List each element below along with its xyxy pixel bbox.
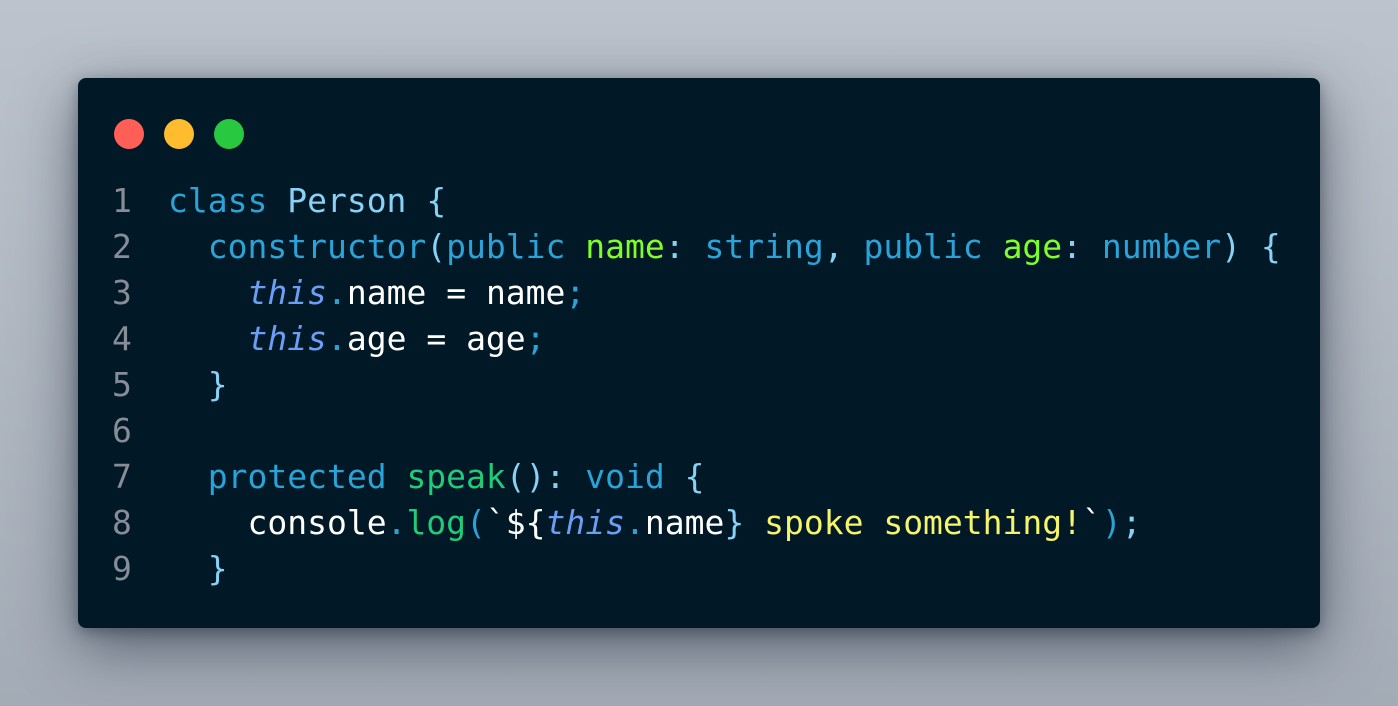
code-token: } bbox=[724, 503, 745, 542]
line-number: 5 bbox=[112, 365, 132, 404]
code-token: . bbox=[625, 503, 645, 542]
line-number: 6 bbox=[112, 411, 132, 450]
code-token: : bbox=[1062, 227, 1083, 266]
close-dot-icon[interactable] bbox=[114, 119, 144, 149]
code-token: log bbox=[406, 503, 467, 542]
code-token: (): bbox=[505, 457, 566, 496]
code-token: name bbox=[585, 227, 665, 266]
code-token: this bbox=[247, 319, 327, 358]
line-source: protected speak(): void { bbox=[168, 454, 705, 500]
code-token: Person bbox=[287, 181, 407, 220]
line-number: 7 bbox=[112, 457, 132, 496]
code-line: 1 class Person { bbox=[112, 178, 1281, 224]
code-token: ; bbox=[525, 319, 546, 358]
line-source: this.name = name; bbox=[168, 270, 585, 316]
code-token: age bbox=[466, 319, 526, 358]
code-token: this bbox=[247, 273, 327, 312]
line-number: 2 bbox=[112, 227, 132, 266]
code-token: , bbox=[823, 227, 844, 266]
code-token: console bbox=[247, 503, 387, 542]
code-token: class bbox=[168, 181, 268, 220]
code-token: : bbox=[664, 227, 685, 266]
code-token: } bbox=[207, 365, 228, 404]
code-token: ; bbox=[565, 273, 586, 312]
code-token: ) bbox=[1221, 227, 1242, 266]
code-line: 5 } bbox=[112, 362, 1281, 408]
code-line: 6 bbox=[112, 408, 1281, 454]
code-token: { bbox=[426, 181, 447, 220]
line-number: 1 bbox=[112, 181, 132, 220]
code-token: . bbox=[386, 503, 407, 542]
code-token: protected bbox=[207, 457, 387, 496]
code-token: . bbox=[326, 319, 347, 358]
code-token: = bbox=[426, 273, 486, 312]
line-source: } bbox=[168, 362, 228, 408]
code-token: . bbox=[326, 273, 347, 312]
line-number: 8 bbox=[112, 503, 132, 542]
code-token: ; bbox=[1121, 503, 1142, 542]
code-line: 9 } bbox=[112, 546, 1281, 592]
line-source: } bbox=[168, 546, 228, 592]
code-line: 2 constructor(public name: string, publi… bbox=[112, 224, 1281, 270]
code-line: 7 protected speak(): void { bbox=[112, 454, 1281, 500]
code-token: ( bbox=[466, 503, 486, 542]
code-token: ) bbox=[1101, 503, 1122, 542]
minimize-dot-icon[interactable] bbox=[164, 119, 194, 149]
code-line: 8 console.log(`${this.name} spoke someth… bbox=[112, 500, 1281, 546]
code-token: ( bbox=[426, 227, 447, 266]
code-token: this bbox=[545, 503, 626, 542]
line-number: 3 bbox=[112, 273, 132, 312]
code-token: void bbox=[585, 457, 665, 496]
code-line: 4 this.age = age; bbox=[112, 316, 1281, 362]
maximize-dot-icon[interactable] bbox=[214, 119, 244, 149]
code-token: number bbox=[1101, 227, 1222, 266]
code-token: public bbox=[446, 227, 566, 266]
code-token: string bbox=[704, 227, 824, 266]
code-token: = bbox=[406, 319, 467, 358]
code-token: ` bbox=[1082, 503, 1102, 542]
code-token: speak bbox=[406, 457, 506, 496]
window-controls bbox=[114, 119, 264, 149]
line-source: constructor(public name: string, public … bbox=[168, 224, 1281, 270]
code-token: name bbox=[644, 503, 725, 542]
code-token: } bbox=[207, 549, 228, 588]
code-line: 3 this.name = name; bbox=[112, 270, 1281, 316]
code-token: spoke something! bbox=[744, 503, 1083, 542]
code-token: public bbox=[863, 227, 983, 266]
line-source: class Person { bbox=[168, 178, 446, 224]
code-block: 1 class Person {2 constructor(public name… bbox=[112, 178, 1281, 592]
line-source: this.age = age; bbox=[168, 316, 546, 362]
line-source: console.log(`${this.name} spoke somethin… bbox=[168, 500, 1142, 546]
code-token: name bbox=[485, 273, 566, 312]
code-token: `${ bbox=[485, 503, 546, 542]
line-number: 4 bbox=[112, 319, 132, 358]
code-token: { bbox=[1260, 227, 1281, 266]
code-window: 1 class Person {2 constructor(public name… bbox=[78, 78, 1320, 628]
code-token: age bbox=[1002, 227, 1063, 266]
line-number: 9 bbox=[112, 549, 132, 588]
code-token: age bbox=[346, 319, 407, 358]
code-token: { bbox=[684, 457, 705, 496]
code-token: constructor bbox=[207, 227, 427, 266]
code-token: name bbox=[346, 273, 427, 312]
